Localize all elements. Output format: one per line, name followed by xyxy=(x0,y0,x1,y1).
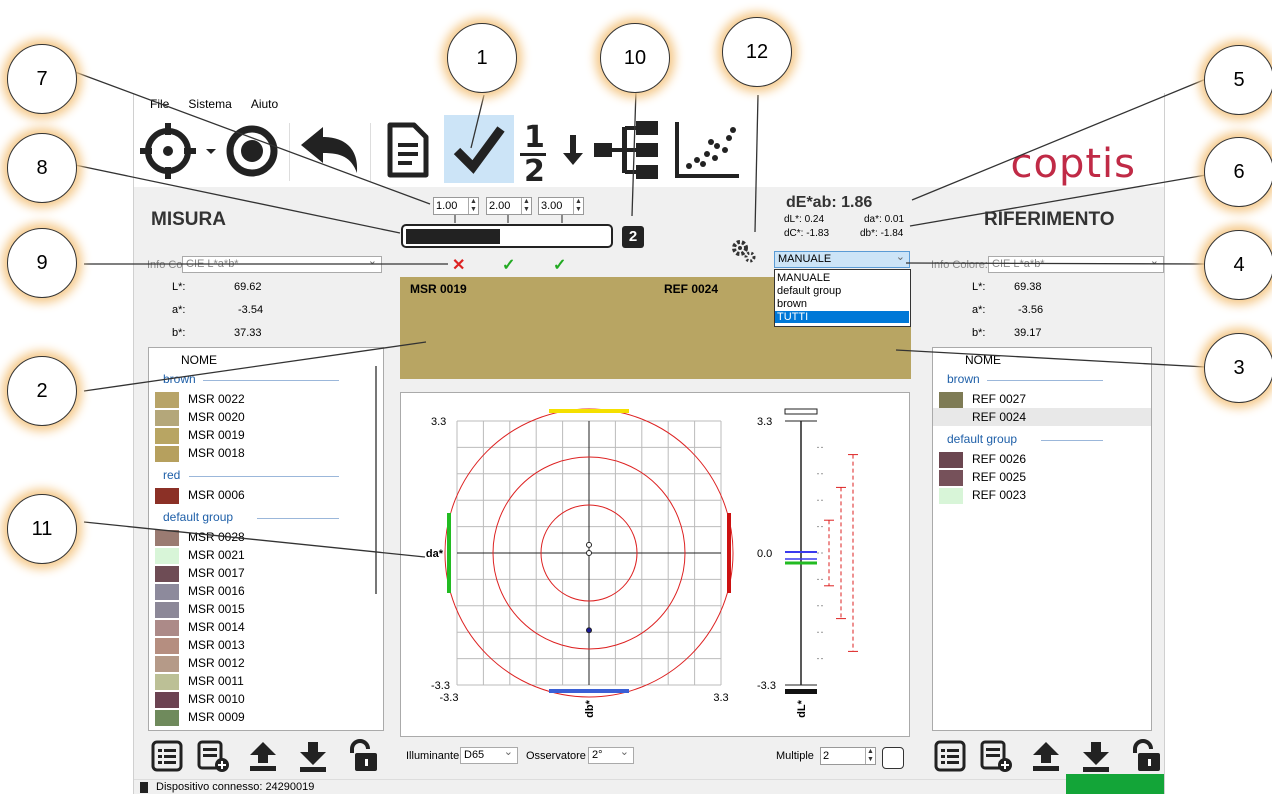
callout-12: 12 xyxy=(722,17,792,87)
callout-11: 11 xyxy=(7,494,77,564)
callout-lines xyxy=(74,71,1207,558)
callout-2: 2 xyxy=(7,356,77,426)
callout-8: 8 xyxy=(7,133,77,203)
callout-9: 9 xyxy=(7,228,77,298)
callout-1: 1 xyxy=(447,23,517,93)
callout-3: 3 xyxy=(1204,333,1272,403)
callout-5: 5 xyxy=(1204,45,1272,115)
callout-6: 6 xyxy=(1204,137,1272,207)
callout-10: 10 xyxy=(600,23,670,93)
callout-4: 4 xyxy=(1204,230,1272,300)
callout-7: 7 xyxy=(7,44,77,114)
